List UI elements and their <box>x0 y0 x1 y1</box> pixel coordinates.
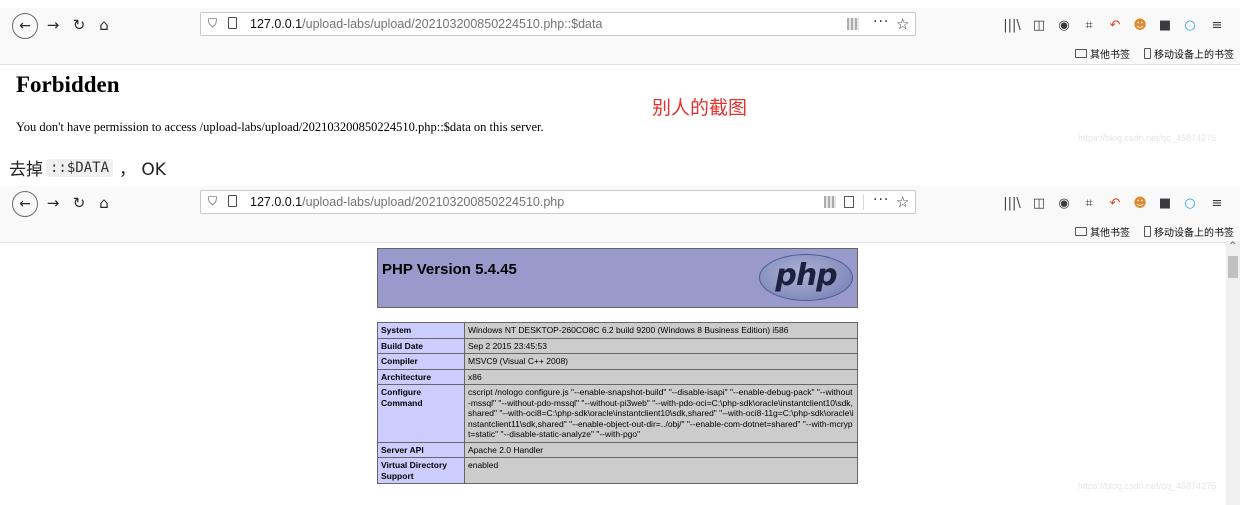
caption-suffix: ， OK <box>119 160 166 180</box>
reload-icon[interactable]: ↻ <box>68 192 90 214</box>
home-icon[interactable]: ⌂ <box>93 14 115 36</box>
table-row: Server API Apache 2.0 Handler <box>377 441 858 458</box>
bookmark-folder-other[interactable]: 其他书签 <box>1075 46 1130 61</box>
home-icon[interactable]: ⌂ <box>93 192 115 214</box>
reload-icon[interactable]: ↻ <box>68 14 90 36</box>
library-icon[interactable]: |||\ <box>1003 16 1021 34</box>
table-row: System Windows NT DESKTOP-260CO8C 6.2 bui… <box>377 322 858 339</box>
back-icon[interactable]: ← <box>12 13 38 39</box>
page-actions-icon[interactable]: ··· <box>873 192 889 208</box>
extension-ring-icon[interactable]: ○ <box>1181 194 1199 212</box>
undo-icon[interactable]: ↶ <box>1106 194 1124 212</box>
row-value: x86 <box>464 368 858 385</box>
url-separator <box>863 195 864 210</box>
phpinfo-table: System Windows NT DESKTOP-260CO8C 6.2 bui… <box>377 322 858 484</box>
bookmark-folder-mobile[interactable]: 移动设备上的书签 <box>1144 46 1234 61</box>
row-key: Configure Command <box>377 384 465 443</box>
row-key: Architecture <box>377 368 465 385</box>
tracking-shield-icon[interactable]: ⛉ <box>208 16 217 31</box>
table-row: Virtual Directory Support enabled <box>377 457 858 484</box>
php-logo[interactable]: php <box>759 254 853 301</box>
watermark: https://blog.csdn.net/qq_45874275 <box>1078 481 1217 491</box>
row-value: Windows NT DESKTOP-260CO8C 6.2 build 920… <box>464 322 858 339</box>
browser-toolbar-1: ← → ↻ ⌂ ⛉ 127.0.0.1/upload-labs/upload/2… <box>0 8 1240 42</box>
extension-monkey-icon[interactable]: ☻ <box>1131 16 1149 34</box>
bookmark-folder-mobile[interactable]: 移动设备上的书签 <box>1144 224 1234 239</box>
bookmarks-bar-1: 其他书签 移动设备上的书签 <box>0 42 1240 65</box>
reader-view-icon[interactable] <box>844 196 854 208</box>
extension-box-icon[interactable]: ■ <box>1156 194 1174 212</box>
bookmark-star-icon[interactable]: ☆ <box>896 15 909 33</box>
row-value: Sep 2 2015 23:45:53 <box>464 337 858 354</box>
extension-ring-icon[interactable]: ○ <box>1181 16 1199 34</box>
menu-icon[interactable]: ≡ <box>1208 194 1226 212</box>
scroll-up-icon[interactable]: ^ <box>1229 241 1237 251</box>
php-logo-text: php <box>775 258 837 293</box>
undo-icon[interactable]: ↶ <box>1106 16 1124 34</box>
sidebar-icon[interactable]: ◫ <box>1030 194 1048 212</box>
php-version-title: PHP Version 5.4.45 <box>382 261 517 278</box>
bookmark-star-icon[interactable]: ☆ <box>896 193 909 211</box>
table-row: Compiler MSVC9 (Visual C++ 2008) <box>377 353 858 370</box>
page-info-icon[interactable] <box>228 195 237 207</box>
url-text[interactable]: 127.0.0.1/upload-labs/upload/20210320085… <box>250 195 564 209</box>
sidebar-icon[interactable]: ◫ <box>1030 16 1048 34</box>
page-info-icon[interactable] <box>228 17 237 29</box>
page-scrollbar[interactable]: ^ <box>1226 241 1240 505</box>
qr-code-icon[interactable] <box>847 18 859 30</box>
annotation-text: 别人的截图 <box>652 97 748 119</box>
extension-box-icon[interactable]: ■ <box>1156 16 1174 34</box>
error-message: You don't have permission to access /upl… <box>16 120 544 134</box>
caption: 去掉 ::$DATA ， OK <box>9 155 166 180</box>
row-value: MSVC9 (Visual C++ 2008) <box>464 353 858 370</box>
url-text[interactable]: 127.0.0.1/upload-labs/upload/20210320085… <box>250 17 602 31</box>
watermark: https://blog.csdn.net/qq_45874275 <box>1078 133 1217 143</box>
screenshot-icon[interactable]: ⌗ <box>1080 16 1098 34</box>
menu-icon[interactable]: ≡ <box>1208 16 1226 34</box>
row-key: Server API <box>377 441 465 458</box>
table-row: Architecture x86 <box>377 368 858 385</box>
row-key: Virtual Directory Support <box>377 457 465 484</box>
row-key: System <box>377 322 465 339</box>
screenshot-icon[interactable]: ⌗ <box>1080 194 1098 212</box>
row-value: cscript /nologo configure.js "--enable-s… <box>464 384 858 443</box>
bookmarks-bar-2: 其他书签 移动设备上的书签 <box>0 220 1240 243</box>
account-icon[interactable]: ◉ <box>1055 16 1073 34</box>
phpinfo-header: PHP Version 5.4.45 php <box>377 248 858 308</box>
tracking-shield-icon[interactable]: ⛉ <box>208 194 217 209</box>
back-icon[interactable]: ← <box>12 191 38 217</box>
page-actions-icon[interactable]: ··· <box>873 14 889 30</box>
caption-prefix: 去掉 <box>9 160 43 180</box>
qr-code-icon[interactable] <box>824 196 836 208</box>
row-value: Apache 2.0 Handler <box>464 441 858 458</box>
scroll-thumb[interactable] <box>1228 256 1238 278</box>
address-bar[interactable]: ⛉ 127.0.0.1/upload-labs/upload/202103200… <box>200 190 916 214</box>
mobile-icon <box>1144 48 1151 59</box>
address-bar[interactable]: ⛉ 127.0.0.1/upload-labs/upload/202103200… <box>200 12 916 36</box>
forward-icon[interactable]: → <box>42 192 64 214</box>
folder-icon <box>1075 227 1087 236</box>
table-row: Configure Command cscript /nologo configu… <box>377 384 858 443</box>
table-row: Build Date Sep 2 2015 23:45:53 <box>377 337 858 354</box>
browser-toolbar-2: ← → ↻ ⌂ ⛉ 127.0.0.1/upload-labs/upload/2… <box>0 186 1240 220</box>
library-icon[interactable]: |||\ <box>1003 194 1021 212</box>
row-value: enabled <box>464 457 858 484</box>
caption-code: ::$DATA <box>46 158 114 177</box>
account-icon[interactable]: ◉ <box>1055 194 1073 212</box>
forward-icon[interactable]: → <box>42 14 64 36</box>
row-key: Compiler <box>377 353 465 370</box>
folder-icon <box>1075 49 1087 58</box>
mobile-icon <box>1144 226 1151 237</box>
extension-monkey-icon[interactable]: ☻ <box>1131 194 1149 212</box>
page-title: Forbidden <box>16 72 120 97</box>
row-key: Build Date <box>377 337 465 354</box>
bookmark-folder-other[interactable]: 其他书签 <box>1075 224 1130 239</box>
